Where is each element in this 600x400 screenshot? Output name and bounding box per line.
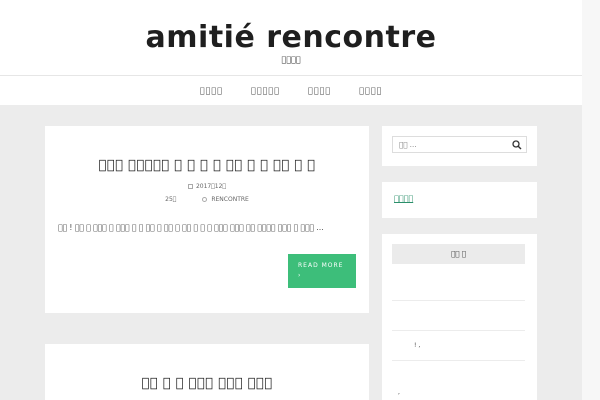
post-day: 25  bbox=[165, 196, 177, 203]
user-icon bbox=[202, 197, 208, 202]
search-icon[interactable] bbox=[512, 140, 522, 150]
post-title[interactable]:                    bbox=[45, 376, 369, 391]
read-more-label: READ MORE bbox=[298, 262, 344, 269]
post-title[interactable]:                                 bbox=[45, 158, 369, 173]
link-widget:      bbox=[382, 182, 537, 218]
post-author[interactable]: RENCONTRE bbox=[202, 196, 249, 203]
post-date-text: 2017 12  bbox=[195, 183, 227, 190]
divider bbox=[392, 300, 525, 301]
widget-text: , bbox=[398, 389, 400, 396]
divider bbox=[392, 330, 525, 331]
post-meta: 25  RENCONTRE bbox=[45, 196, 369, 203]
search-input[interactable] bbox=[393, 137, 505, 152]
calendar-icon bbox=[187, 184, 193, 189]
read-more-arrow-icon: › bbox=[298, 272, 302, 279]
post-excerpt:    !                                    … bbox=[58, 223, 324, 232]
site-header: amitié rencontre                        … bbox=[0, 0, 582, 105]
post-date: 2017 12  bbox=[45, 183, 369, 190]
nav-item-3[interactable]:      bbox=[308, 86, 331, 95]
nav-item-2[interactable]:       bbox=[251, 86, 280, 95]
post-card:                    bbox=[45, 344, 369, 400]
nav-item-1[interactable]:      bbox=[200, 86, 223, 95]
post-author-name: RENCONTRE bbox=[211, 196, 249, 203]
nav-item-4[interactable]:      bbox=[359, 86, 382, 95]
post-card:                                 2017 12 … bbox=[45, 126, 369, 313]
site-title[interactable]: amitié rencontre bbox=[0, 18, 582, 58]
read-more-button[interactable]: READ MORE › bbox=[288, 254, 356, 288]
site-tagline:      bbox=[281, 55, 301, 64]
sidebar-link[interactable]:      bbox=[394, 194, 413, 203]
search-widget bbox=[382, 126, 537, 166]
tabs-widget:      ! , , bbox=[382, 234, 537, 400]
search-box bbox=[392, 136, 527, 153]
divider bbox=[392, 360, 525, 361]
widget-tab[interactable]:      bbox=[392, 244, 525, 264]
scrollbar-track[interactable] bbox=[582, 0, 600, 400]
widget-text: ! , bbox=[414, 342, 421, 349]
main-nav:                      bbox=[0, 76, 582, 105]
